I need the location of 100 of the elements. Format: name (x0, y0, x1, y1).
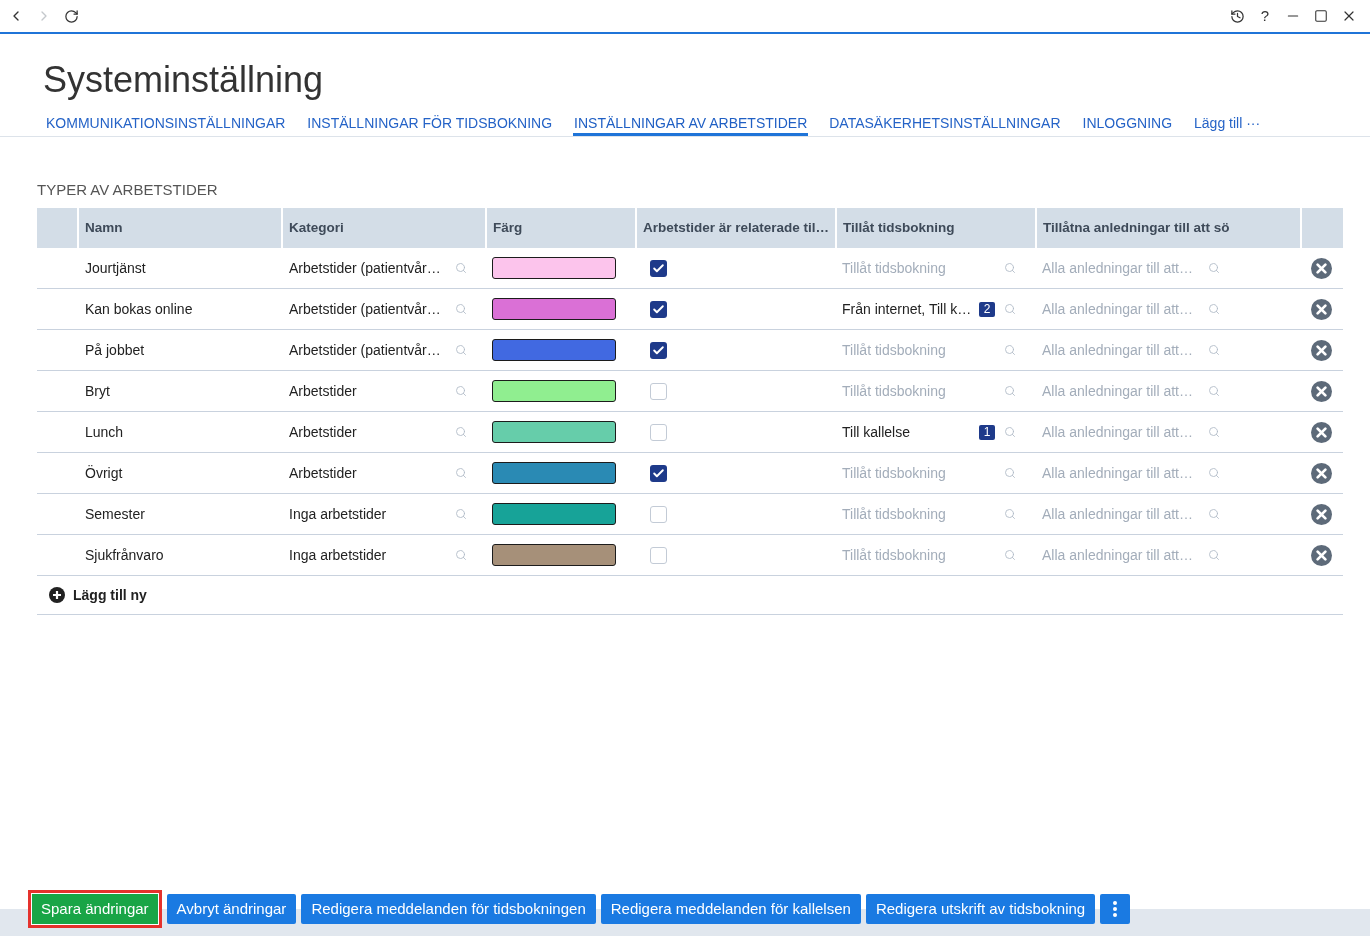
check-icon (652, 302, 665, 316)
search-icon[interactable] (455, 549, 467, 561)
booking-field[interactable]: Tillåt tidsbokning (842, 340, 976, 360)
tab[interactable]: DATASÄKERHETSINSTÄLLNINGAR (828, 113, 1062, 136)
color-swatch[interactable] (492, 339, 616, 361)
category-field[interactable]: Arbetstider (patientvår… (289, 299, 447, 319)
category-field[interactable]: Arbetstider (289, 381, 447, 401)
x-circle-icon[interactable] (1311, 503, 1332, 525)
count-badge: 1 (979, 424, 995, 440)
checkbox[interactable] (650, 259, 667, 277)
tab[interactable]: Lägg till ··· (1193, 113, 1262, 136)
x-circle-icon[interactable] (1311, 380, 1332, 402)
search-icon[interactable] (1004, 303, 1016, 315)
search-icon[interactable] (1004, 426, 1016, 438)
action-button[interactable]: Redigera utskrift av tidsbokning (865, 894, 1096, 924)
x-circle-icon[interactable] (1311, 462, 1332, 484)
search-icon[interactable] (455, 385, 467, 397)
help-button[interactable]: ? (1257, 8, 1273, 24)
reasons-field[interactable]: Alla anledningar till att… (1042, 381, 1202, 401)
search-icon[interactable] (1208, 549, 1220, 561)
tab[interactable]: KOMMUNIKATIONSINSTÄLLNINGAR (45, 113, 287, 136)
search-icon[interactable] (1208, 467, 1220, 479)
reasons-field[interactable]: Alla anledningar till att… (1042, 340, 1202, 360)
search-icon[interactable] (455, 426, 467, 438)
more-button[interactable] (1100, 894, 1131, 924)
search-icon[interactable] (455, 508, 467, 520)
search-icon[interactable] (455, 262, 467, 274)
category-field[interactable]: Inga arbetstider (289, 504, 447, 524)
x-circle-icon[interactable] (1311, 339, 1332, 361)
action-button[interactable]: Redigera meddelanden för kallelsen (600, 894, 861, 924)
x-circle-icon[interactable] (1311, 544, 1332, 566)
booking-field[interactable]: Tillåt tidsbokning (842, 381, 976, 401)
x-circle-icon[interactable] (1311, 257, 1332, 279)
checkbox[interactable] (650, 546, 667, 564)
category-field[interactable]: Arbetstider (289, 422, 447, 442)
checkbox[interactable] (650, 464, 667, 482)
search-icon[interactable] (455, 467, 467, 479)
booking-field[interactable]: Till kallelse (842, 422, 976, 442)
reasons-field[interactable]: Alla anledningar till att… (1042, 545, 1202, 565)
checkbox[interactable] (650, 341, 667, 359)
color-swatch[interactable] (492, 544, 616, 566)
vertical-dots-icon (1113, 901, 1118, 917)
booking-field[interactable]: Tillåt tidsbokning (842, 258, 976, 278)
tab[interactable]: INSTÄLLNINGAR FÖR TIDSBOKNING (306, 113, 554, 136)
history-icon[interactable] (1230, 8, 1245, 24)
reasons-field[interactable]: Alla anledningar till att… (1042, 299, 1202, 319)
color-swatch[interactable] (492, 380, 616, 402)
check-icon (652, 466, 665, 480)
add-new-button[interactable]: Lägg till ny (49, 584, 147, 606)
search-icon[interactable] (1004, 467, 1016, 479)
check-icon (652, 343, 665, 357)
reasons-field[interactable]: Alla anledningar till att… (1042, 258, 1202, 278)
color-swatch[interactable] (492, 462, 616, 484)
search-icon[interactable] (1004, 262, 1016, 274)
reasons-field[interactable]: Alla anledningar till att… (1042, 504, 1202, 524)
reasons-field[interactable]: Alla anledningar till att… (1042, 422, 1202, 442)
search-icon[interactable] (455, 344, 467, 356)
color-swatch[interactable] (492, 421, 616, 443)
category-field[interactable]: Inga arbetstider (289, 545, 447, 565)
reasons-field[interactable]: Alla anledningar till att… (1042, 463, 1202, 483)
maximize-icon[interactable] (1314, 9, 1328, 23)
search-icon[interactable] (1208, 426, 1220, 438)
table-cell-text: Sjukfrånvaro (85, 545, 164, 565)
checkbox[interactable] (650, 300, 667, 318)
search-icon[interactable] (1208, 508, 1220, 520)
x-circle-icon[interactable] (1311, 298, 1332, 320)
search-icon[interactable] (1004, 344, 1016, 356)
search-icon[interactable] (1208, 262, 1220, 274)
search-icon[interactable] (1004, 549, 1016, 561)
table-cell-text: Jourtjänst (85, 258, 146, 278)
column-header: Färg (493, 218, 523, 237)
checkbox[interactable] (650, 423, 667, 441)
search-icon[interactable] (1004, 385, 1016, 397)
color-swatch[interactable] (492, 503, 616, 525)
table-cell-text: Bryt (85, 381, 110, 401)
x-circle-icon[interactable] (1311, 421, 1332, 443)
action-button[interactable]: Redigera meddelanden för tidsbokningen (301, 894, 596, 924)
category-field[interactable]: Arbetstider (289, 463, 447, 483)
checkbox[interactable] (650, 505, 667, 523)
search-icon[interactable] (1208, 303, 1220, 315)
category-field[interactable]: Arbetstider (patientvår… (289, 258, 447, 278)
section-title: TYPER AV ARBETSTIDER (37, 180, 218, 200)
booking-field[interactable]: Tillåt tidsbokning (842, 463, 976, 483)
action-button[interactable]: Avbryt ändringar (166, 894, 297, 924)
booking-field[interactable]: Tillåt tidsbokning (842, 545, 976, 565)
booking-field[interactable]: Från internet, Till k… (842, 299, 976, 319)
booking-field[interactable]: Tillåt tidsbokning (842, 504, 976, 524)
checkbox[interactable] (650, 382, 667, 400)
search-icon[interactable] (1208, 344, 1220, 356)
search-icon[interactable] (1208, 385, 1220, 397)
refresh-icon[interactable] (64, 8, 79, 24)
plus-circle-icon (49, 587, 65, 603)
table-cell-text: Lunch (85, 422, 124, 442)
search-icon[interactable] (455, 303, 467, 315)
category-field[interactable]: Arbetstider (patientvår… (289, 340, 447, 360)
tab[interactable]: INLOGGNING (1081, 113, 1174, 136)
color-swatch[interactable] (492, 298, 616, 320)
tab[interactable]: INSTÄLLNINGAR AV ARBETSTIDER (573, 113, 809, 136)
search-icon[interactable] (1004, 508, 1016, 520)
color-swatch[interactable] (492, 257, 616, 279)
